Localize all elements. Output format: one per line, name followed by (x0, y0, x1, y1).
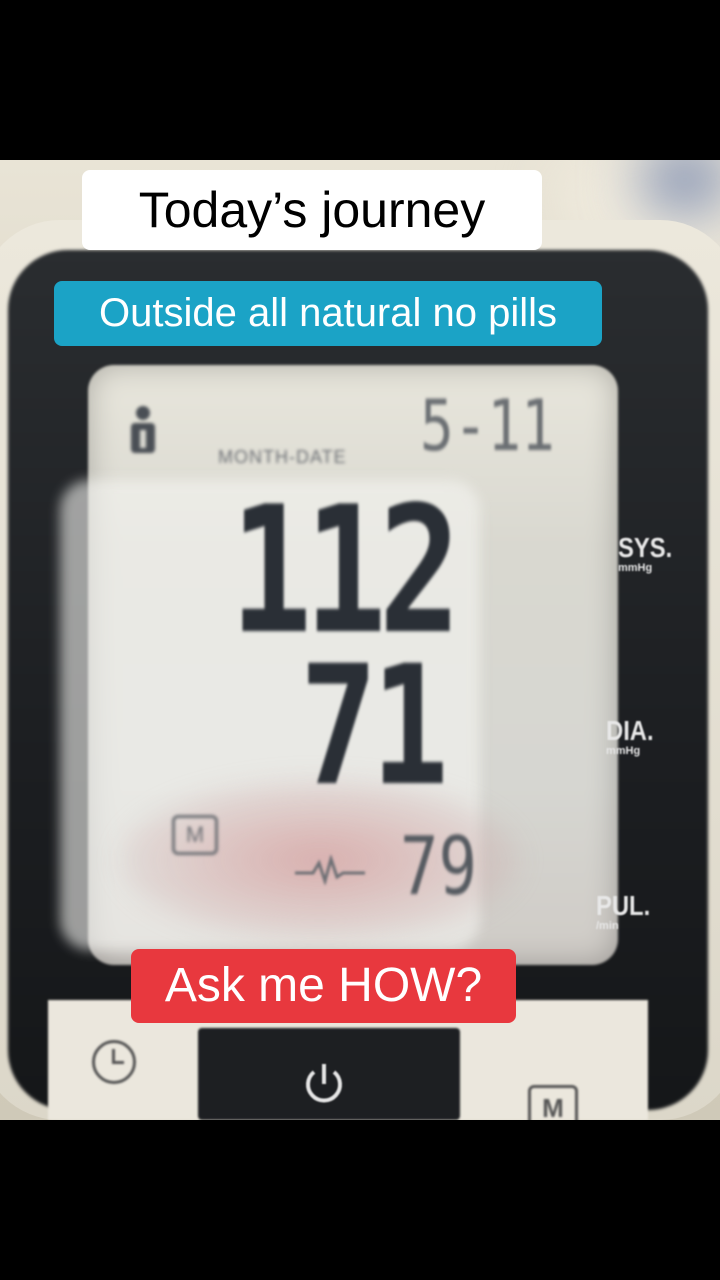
month-date-label: MONTH-DATE (218, 447, 347, 467)
sys-label-text: SYS. (618, 532, 673, 563)
power-icon (306, 1064, 342, 1103)
cta-caption: Ask me HOW? (131, 949, 516, 1023)
user-icon (131, 406, 155, 453)
subtitle-caption: Outside all natural no pills (54, 281, 602, 346)
dia-label: DIA. mmHg (606, 715, 662, 757)
title-caption: Today’s journey (82, 170, 542, 250)
dia-label-text: DIA. (606, 715, 654, 746)
pulse-value: 79 (400, 820, 478, 913)
bottom-letterbox (0, 1120, 720, 1280)
heartbeat-icon (295, 855, 365, 885)
memory-button: M (528, 1085, 578, 1120)
diastolic-value: 71 (300, 630, 449, 822)
sys-label: SYS. mmHg (618, 532, 682, 574)
top-letterbox (0, 0, 720, 160)
pul-label: PUL. /min (596, 890, 660, 932)
clock-icon (92, 1040, 136, 1084)
pul-label-text: PUL. (596, 890, 651, 921)
memory-icon: M (172, 815, 218, 855)
date-value: 5-11 (420, 385, 555, 467)
